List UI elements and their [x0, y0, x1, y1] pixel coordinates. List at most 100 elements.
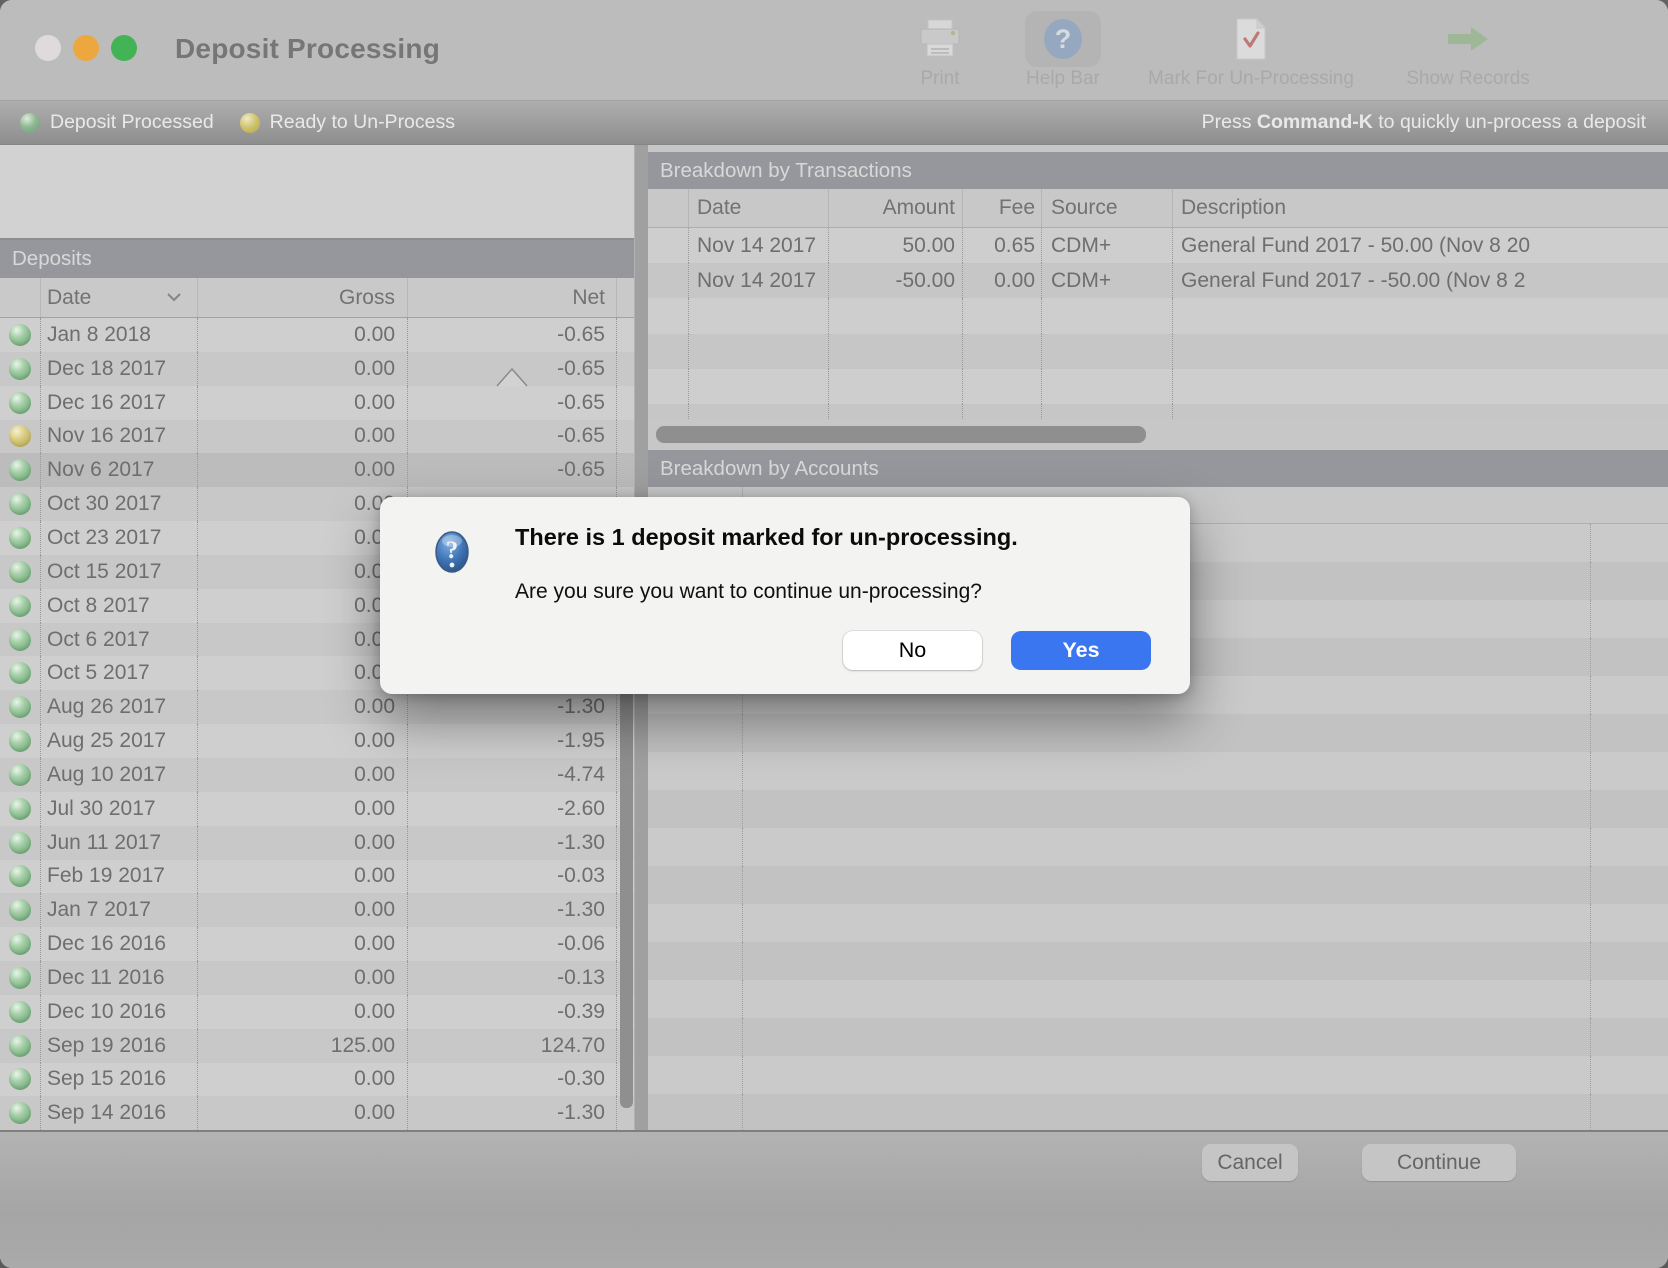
continue-button[interactable]: Continue — [1362, 1144, 1516, 1181]
transaction-row[interactable]: Nov 14 201750.000.65CDM+General Fund 201… — [648, 228, 1668, 263]
empty-row — [648, 404, 1668, 420]
row-lead — [648, 404, 688, 420]
tx-date-column-header[interactable]: Date — [688, 189, 828, 227]
empty-row — [648, 334, 1668, 369]
status-cell — [0, 1096, 40, 1130]
tx-fee-cell — [962, 334, 1041, 369]
deposit-gross-cell: 0.00 — [197, 555, 407, 589]
deposit-date-cell: Oct 6 2017 — [40, 623, 197, 657]
table-row[interactable]: Sep 14 20160.00-1.30 — [0, 1096, 634, 1130]
tx-date-cell: Nov 14 2017 — [688, 228, 828, 263]
deposit-date-cell: Jul 30 2017 — [40, 792, 197, 826]
status-legend: Deposit Processed Ready to Un-Process — [20, 111, 455, 134]
table-row[interactable]: Feb 19 20170.00-0.03 — [0, 860, 634, 894]
deposit-net-cell: -0.13 — [407, 961, 616, 995]
tx-description-cell — [1172, 369, 1668, 404]
title-bar: Deposit Processing Print ? — [0, 0, 1668, 100]
account-cell — [742, 980, 1590, 1018]
deposit-gross-cell: 0.00 — [197, 724, 407, 758]
close-window-button[interactable] — [35, 35, 61, 61]
green-status-dot-icon — [9, 696, 31, 718]
table-row[interactable]: Jul 30 20170.00-2.60 — [0, 792, 634, 826]
deposits-vertical-scrollbar[interactable] — [620, 648, 633, 1108]
table-row[interactable]: Aug 10 20170.00-4.74 — [0, 758, 634, 792]
account-cell — [1590, 904, 1668, 942]
table-row[interactable]: Dec 16 20170.00-0.65 — [0, 386, 634, 420]
shortcut-key: Command-K — [1257, 111, 1373, 133]
table-row[interactable]: Nov 16 20170.00-0.65 — [0, 420, 634, 454]
window-title: Deposit Processing — [175, 33, 440, 65]
show-records-button[interactable]: Show Records — [1398, 10, 1538, 90]
table-row[interactable]: Jun 11 20170.00-1.30 — [0, 826, 634, 860]
net-column-header[interactable]: Net — [407, 278, 616, 317]
account-cell — [648, 904, 742, 942]
cancel-button[interactable]: Cancel — [1202, 1144, 1298, 1181]
table-row[interactable]: Sep 19 2016125.00124.70 — [0, 1029, 634, 1063]
mark-for-unprocessing-button[interactable]: Mark For Un-Processing — [1136, 10, 1366, 90]
help-bar-button[interactable]: ? Help Bar — [1008, 10, 1118, 90]
status-cell — [0, 927, 40, 961]
account-cell — [1590, 562, 1668, 600]
zoom-window-button[interactable] — [111, 35, 137, 61]
table-row[interactable]: Aug 26 20170.00-1.30 — [0, 690, 634, 724]
deposit-date-cell: Sep 14 2016 — [40, 1096, 197, 1130]
deposit-date-cell: Oct 15 2017 — [40, 555, 197, 589]
green-status-dot-icon — [9, 832, 31, 854]
tx-source-cell: CDM+ — [1041, 228, 1172, 263]
tx-amount-column-header[interactable]: Amount — [828, 189, 962, 227]
tx-source-cell — [1041, 298, 1172, 333]
green-status-dot-icon — [9, 865, 31, 887]
empty-row — [648, 369, 1668, 404]
deposit-gross-cell: 0.00 — [197, 318, 407, 352]
date-column-header[interactable]: Date — [40, 278, 197, 317]
table-row[interactable]: Jan 8 20180.00-0.65 — [0, 318, 634, 352]
green-dot-icon — [20, 113, 40, 133]
dialog-yes-button[interactable]: Yes — [1011, 631, 1151, 670]
gross-column-header[interactable]: Gross — [197, 278, 407, 317]
status-cell — [0, 623, 40, 657]
tx-amount-cell: 50.00 — [828, 228, 962, 263]
tx-description-column-header[interactable]: Description — [1172, 189, 1668, 227]
deposit-gross-cell: 0.00 — [197, 860, 407, 894]
table-row[interactable]: Dec 18 20170.00-0.65 — [0, 352, 634, 386]
table-row[interactable]: Aug 25 20170.00-1.95 — [0, 724, 634, 758]
table-row[interactable]: Nov 6 20170.00-0.65 — [0, 453, 634, 487]
deposit-net-cell: -0.03 — [407, 860, 616, 894]
deposit-net-cell: -0.65 — [407, 318, 616, 352]
toolbar-item-label: Mark For Un-Processing — [1148, 68, 1354, 90]
table-row[interactable]: Jan 7 20170.00-1.30 — [0, 893, 634, 927]
tx-description-cell — [1172, 404, 1668, 420]
tx-source-column-header[interactable]: Source — [1041, 189, 1172, 227]
table-row[interactable]: Sep 15 20160.00-0.30 — [0, 1063, 634, 1097]
transaction-row[interactable]: Nov 14 2017-50.000.00CDM+General Fund 20… — [648, 263, 1668, 298]
deposit-net-cell: 124.70 — [407, 1029, 616, 1063]
table-row[interactable]: Dec 11 20160.00-0.13 — [0, 961, 634, 995]
deposit-net-cell: -2.60 — [407, 792, 616, 826]
deposit-gross-cell: 0.00 — [197, 352, 407, 386]
deposits-table: Jan 8 20180.00-0.65Dec 18 20170.00-0.65D… — [0, 318, 634, 1130]
empty-row — [648, 298, 1668, 333]
minimize-window-button[interactable] — [73, 35, 99, 61]
row-lead — [648, 263, 688, 298]
deposit-gross-cell: 0.00 — [197, 521, 407, 555]
empty-row — [648, 980, 1668, 1018]
deposit-gross-cell: 0.00 — [197, 927, 407, 961]
tx-fee-column-header[interactable]: Fee — [962, 189, 1041, 227]
account-cell — [1590, 524, 1668, 562]
table-row[interactable]: Dec 10 20160.00-0.39 — [0, 995, 634, 1029]
tx-description-cell — [1172, 298, 1668, 333]
deposit-net-cell: -4.74 — [407, 758, 616, 792]
green-status-dot-icon — [9, 358, 31, 380]
row-lead — [648, 334, 688, 369]
account-cell — [1590, 1018, 1668, 1056]
empty-row — [648, 866, 1668, 904]
print-button[interactable]: Print — [900, 10, 980, 90]
transactions-horizontal-scrollbar[interactable] — [656, 426, 1146, 443]
status-cell — [0, 352, 40, 386]
deposit-net-cell: -1.30 — [407, 1096, 616, 1130]
row-lead — [648, 298, 688, 333]
row-spacer — [616, 318, 634, 352]
table-row[interactable]: Dec 16 20160.00-0.06 — [0, 927, 634, 961]
account-cell — [1590, 714, 1668, 752]
dialog-no-button[interactable]: No — [843, 631, 982, 670]
